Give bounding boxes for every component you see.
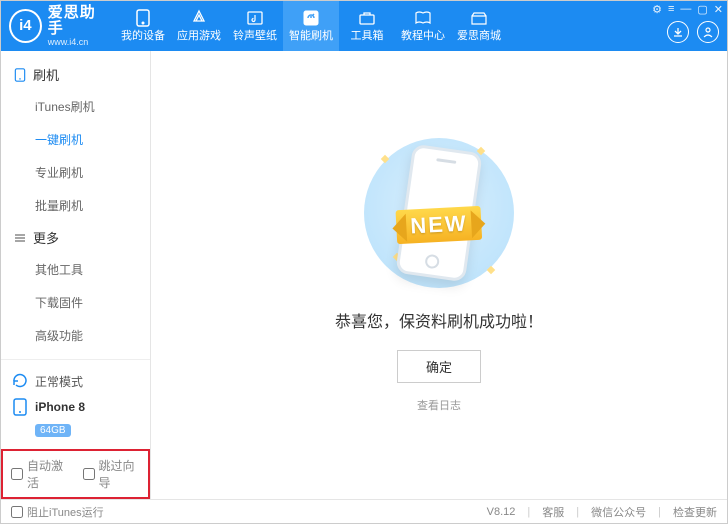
refresh-icon xyxy=(11,372,29,390)
success-illustration: NEW xyxy=(364,138,514,288)
nav-label: 工具箱 xyxy=(351,27,384,43)
sidebar-item-pro[interactable]: 专业刷机 xyxy=(1,156,150,189)
device-name: iPhone 8 xyxy=(35,400,85,414)
mode-label: 正常模式 xyxy=(35,373,83,390)
nav-apps[interactable]: 应用游戏 xyxy=(171,1,227,51)
menu-icon[interactable]: ≡ xyxy=(668,3,674,16)
nav-label: 应用游戏 xyxy=(177,27,221,43)
block-itunes-checkbox[interactable]: 阻止iTunes运行 xyxy=(11,504,104,520)
app-header: i4 爱思助手 www.i4.cn 我的设备 应用游戏 铃声壁纸 智能刷机 xyxy=(1,1,727,51)
sidebar-item-advanced[interactable]: 高级功能 xyxy=(1,319,150,352)
status-bar: 阻止iTunes运行 V8.12 | 客服 | 微信公众号 | 检查更新 xyxy=(1,499,727,523)
nav-label: 爱思商城 xyxy=(457,27,501,43)
user-icon[interactable] xyxy=(697,21,719,43)
brand-url: www.i4.cn xyxy=(48,38,109,48)
footer-update[interactable]: 检查更新 xyxy=(673,504,717,520)
footer-support[interactable]: 客服 xyxy=(542,504,564,520)
apps-icon xyxy=(189,9,209,27)
device-status[interactable]: iPhone 8 xyxy=(11,394,140,420)
sidebar-item-firmware[interactable]: 下载固件 xyxy=(1,286,150,319)
settings-icon[interactable]: ⚙ xyxy=(652,3,662,16)
nav-tutorials[interactable]: 教程中心 xyxy=(395,1,451,51)
device-icon xyxy=(133,9,153,27)
sidebar-item-itunes[interactable]: iTunes刷机 xyxy=(1,90,150,123)
nav-label: 智能刷机 xyxy=(289,27,333,43)
version-label: V8.12 xyxy=(487,506,516,518)
sidebar-item-oneclick[interactable]: 一键刷机 xyxy=(1,123,150,156)
sidebar-item-batch[interactable]: 批量刷机 xyxy=(1,189,150,222)
flash-icon xyxy=(301,9,321,27)
nav-label: 我的设备 xyxy=(121,27,165,43)
maximize-icon[interactable]: ▢ xyxy=(697,3,707,16)
brand-name: 爱思助手 xyxy=(48,5,109,38)
skip-guide-checkbox[interactable]: 跳过向导 xyxy=(83,457,141,491)
device-icon xyxy=(11,398,29,416)
sidebar-item-othertools[interactable]: 其他工具 xyxy=(1,253,150,286)
nav-label: 铃声壁纸 xyxy=(233,27,277,43)
auto-activate-checkbox[interactable]: 自动激活 xyxy=(11,457,69,491)
logo-icon: i4 xyxy=(9,9,42,43)
nav-ringtones[interactable]: 铃声壁纸 xyxy=(227,1,283,51)
nav-toolbox[interactable]: 工具箱 xyxy=(339,1,395,51)
cat-label: 更多 xyxy=(33,228,59,247)
book-icon xyxy=(413,9,433,27)
mode-status[interactable]: 正常模式 xyxy=(11,368,140,394)
top-nav: 我的设备 应用游戏 铃声壁纸 智能刷机 工具箱 教程中心 xyxy=(115,1,507,51)
options-box: 自动激活 跳过向导 xyxy=(1,449,150,499)
more-icon xyxy=(13,231,27,245)
chk-label: 自动激活 xyxy=(27,457,69,491)
chk-label: 跳过向导 xyxy=(99,457,141,491)
confirm-button[interactable]: 确定 xyxy=(397,350,481,383)
close-icon[interactable]: ✕ xyxy=(714,3,723,16)
device-icon xyxy=(13,68,27,82)
storage-badge: 64GB xyxy=(35,424,71,437)
music-icon xyxy=(245,9,265,27)
cat-label: 刷机 xyxy=(33,65,59,84)
sidebar-cat-flash: 刷机 xyxy=(1,59,150,90)
toolbox-icon xyxy=(357,9,377,27)
view-log-link[interactable]: 查看日志 xyxy=(417,397,461,413)
sidebar-cat-more: 更多 xyxy=(1,222,150,253)
sidebar: 刷机 iTunes刷机 一键刷机 专业刷机 批量刷机 更多 其他工具 下载固件 … xyxy=(1,51,151,499)
main-content: NEW 恭喜您，保资料刷机成功啦！ 确定 查看日志 xyxy=(151,51,727,499)
nav-flash[interactable]: 智能刷机 xyxy=(283,1,339,51)
window-controls: ⚙ ≡ — ▢ ✕ xyxy=(652,3,723,16)
nav-store[interactable]: 爱思商城 xyxy=(451,1,507,51)
store-icon xyxy=(469,9,489,27)
minimize-icon[interactable]: — xyxy=(680,3,691,16)
new-ribbon: NEW xyxy=(396,205,483,243)
download-icon[interactable] xyxy=(667,21,689,43)
nav-label: 教程中心 xyxy=(401,27,445,43)
footer-wechat[interactable]: 微信公众号 xyxy=(591,504,646,520)
success-message: 恭喜您，保资料刷机成功啦！ xyxy=(335,308,543,332)
chk-label: 阻止iTunes运行 xyxy=(27,504,104,520)
brand-logo: i4 爱思助手 www.i4.cn xyxy=(9,5,109,48)
nav-my-device[interactable]: 我的设备 xyxy=(115,1,171,51)
